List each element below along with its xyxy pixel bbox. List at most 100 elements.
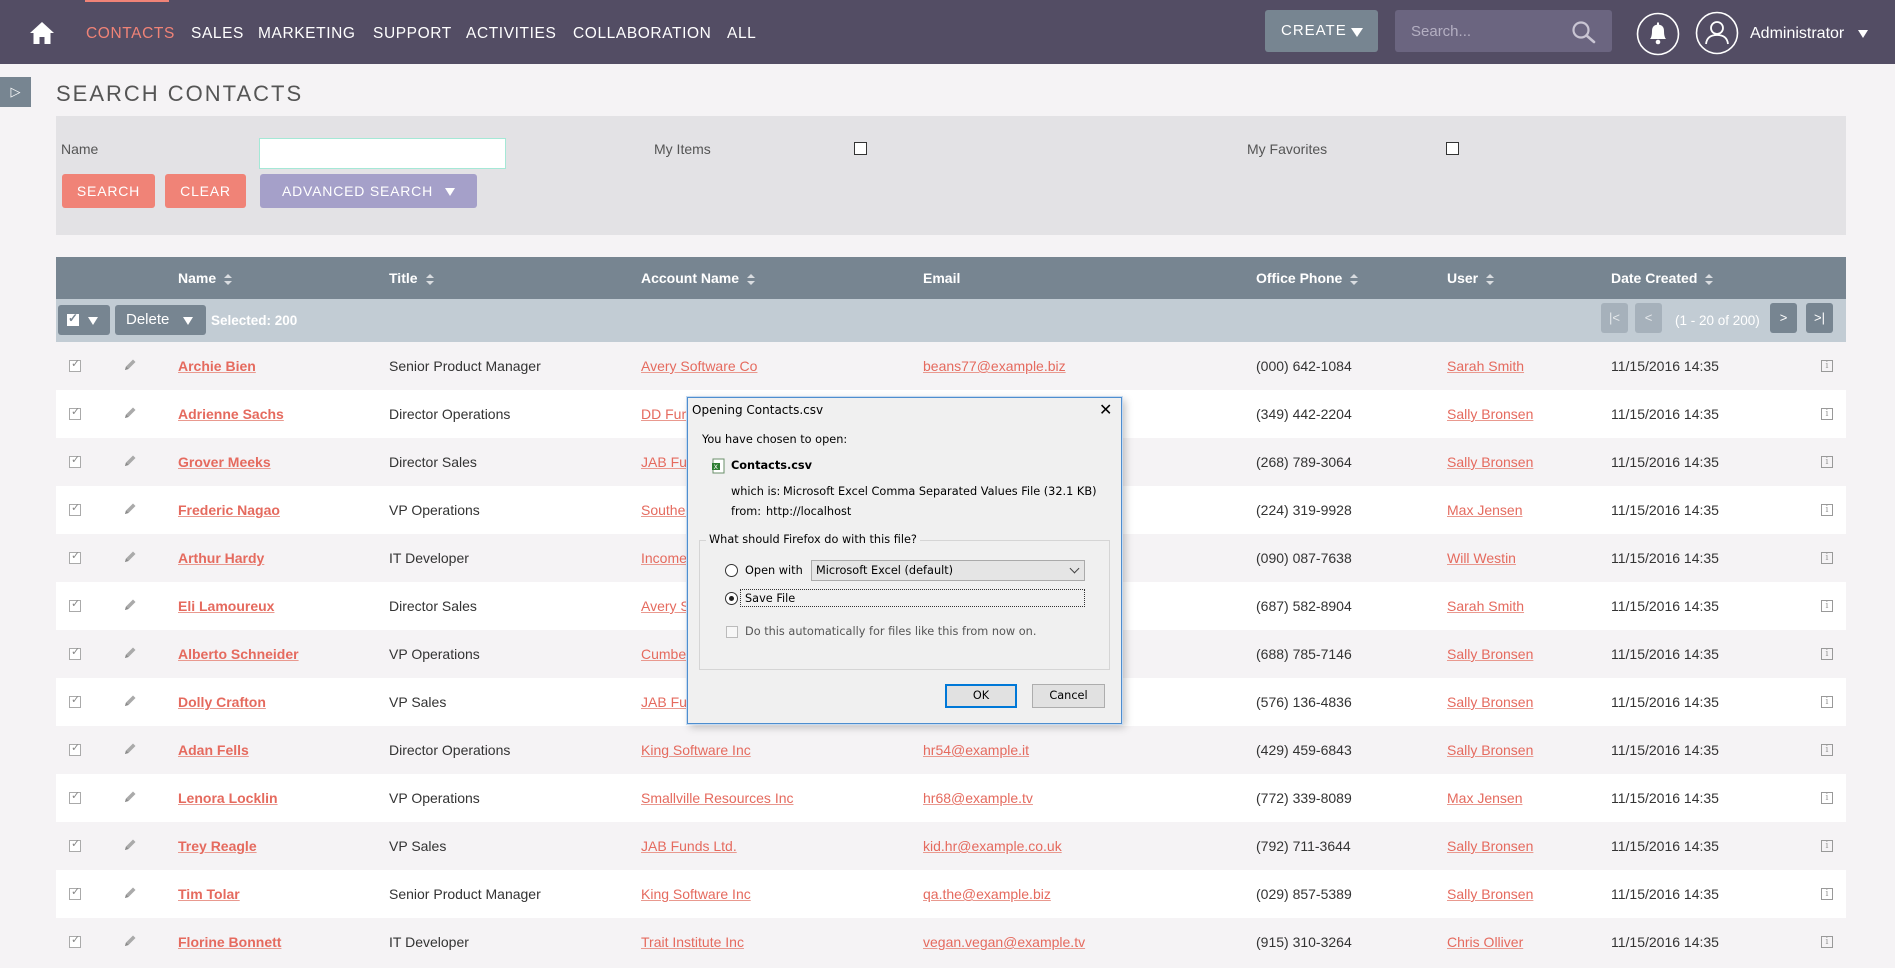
nav-contacts[interactable]: CONTACTS <box>86 25 175 43</box>
pencil-icon[interactable] <box>122 933 138 949</box>
assigned-user-link[interactable]: Sally Bronsen <box>1447 742 1533 758</box>
assigned-user-link[interactable]: Sally Bronsen <box>1447 406 1533 422</box>
assigned-user-link[interactable]: Max Jensen <box>1447 502 1522 518</box>
cancel-button[interactable]: Cancel <box>1032 684 1105 708</box>
row-checkbox[interactable] <box>69 597 81 612</box>
info-icon[interactable]: i <box>1821 840 1833 852</box>
assigned-user-link[interactable]: Sarah Smith <box>1447 358 1524 374</box>
first-page-button[interactable]: |< <box>1601 303 1628 333</box>
assigned-user-link[interactable]: Sally Bronsen <box>1447 646 1533 662</box>
pencil-icon[interactable] <box>122 645 138 661</box>
info-icon[interactable]: i <box>1821 648 1833 660</box>
nav-all[interactable]: ALL <box>727 25 756 43</box>
column-header-account[interactable]: Account Name <box>641 270 756 286</box>
info-icon[interactable]: i <box>1821 696 1833 708</box>
assigned-user-link[interactable]: Sarah Smith <box>1447 598 1524 614</box>
assigned-user-link[interactable]: Sally Bronsen <box>1447 454 1533 470</box>
pencil-icon[interactable] <box>122 453 138 469</box>
column-header-name[interactable]: Name <box>178 270 233 286</box>
next-page-button[interactable]: > <box>1770 303 1797 333</box>
my-favorites-checkbox[interactable] <box>1446 142 1459 155</box>
info-icon[interactable]: i <box>1821 360 1833 372</box>
contact-name-link[interactable]: Tim Tolar <box>178 886 240 902</box>
column-header-user[interactable]: User <box>1447 270 1495 286</box>
advanced-search-button[interactable]: ADVANCED SEARCH <box>260 174 477 208</box>
clear-button[interactable]: CLEAR <box>165 174 246 208</box>
contact-name-link[interactable]: Adrienne Sachs <box>178 406 284 422</box>
open-with-select[interactable]: Microsoft Excel (default) <box>811 560 1085 581</box>
search-button[interactable]: SEARCH <box>62 174 155 208</box>
contact-name-link[interactable]: Archie Bien <box>178 358 256 374</box>
row-checkbox[interactable] <box>69 933 81 948</box>
account-name-link[interactable]: Avery Software Co <box>641 358 757 374</box>
info-icon[interactable]: i <box>1821 744 1833 756</box>
row-checkbox[interactable] <box>69 741 81 756</box>
pencil-icon[interactable] <box>122 837 138 853</box>
account-name-link[interactable]: King Software Inc <box>641 886 751 902</box>
create-button[interactable]: CREATE <box>1265 10 1378 52</box>
info-icon[interactable]: i <box>1821 600 1833 612</box>
pencil-icon[interactable] <box>122 357 138 373</box>
chevron-down-icon[interactable] <box>1858 30 1868 38</box>
open-with-label[interactable]: Open with <box>745 564 803 577</box>
assigned-user-link[interactable]: Sally Bronsen <box>1447 838 1533 854</box>
contact-name-link[interactable]: Grover Meeks <box>178 454 271 470</box>
info-icon[interactable]: i <box>1821 552 1833 564</box>
pencil-icon[interactable] <box>122 405 138 421</box>
open-with-radio[interactable] <box>725 564 738 577</box>
nav-support[interactable]: SUPPORT <box>373 25 452 43</box>
row-checkbox[interactable] <box>69 357 81 372</box>
nav-collaboration[interactable]: COLLABORATION <box>573 25 711 43</box>
info-icon[interactable]: i <box>1821 792 1833 804</box>
account-name-link[interactable]: Cumber <box>641 646 691 662</box>
notification-bell-icon[interactable] <box>1636 11 1680 57</box>
sidebar-toggle-button[interactable]: ▷ <box>0 77 31 107</box>
email-link[interactable]: kid.hr@example.co.uk <box>923 838 1062 854</box>
contact-name-link[interactable]: Adan Fells <box>178 742 249 758</box>
info-icon[interactable]: i <box>1821 408 1833 420</box>
user-avatar-icon[interactable] <box>1695 11 1739 55</box>
contact-name-link[interactable]: Lenora Locklin <box>178 790 278 806</box>
pencil-icon[interactable] <box>122 501 138 517</box>
pencil-icon[interactable] <box>122 789 138 805</box>
account-name-link[interactable]: King Software Inc <box>641 742 751 758</box>
email-link[interactable]: hr68@example.tv <box>923 790 1033 806</box>
info-icon[interactable]: i <box>1821 936 1833 948</box>
row-checkbox[interactable] <box>69 837 81 852</box>
assigned-user-link[interactable]: Sally Bronsen <box>1447 886 1533 902</box>
assigned-user-link[interactable]: Sally Bronsen <box>1447 694 1533 710</box>
email-link[interactable]: hr54@example.it <box>923 742 1029 758</box>
assigned-user-link[interactable]: Chris Olliver <box>1447 934 1523 950</box>
assigned-user-link[interactable]: Max Jensen <box>1447 790 1522 806</box>
global-search-input[interactable] <box>1395 10 1565 52</box>
row-checkbox[interactable] <box>69 645 81 660</box>
info-icon[interactable]: i <box>1821 888 1833 900</box>
user-menu-name[interactable]: Administrator <box>1750 25 1844 43</box>
contact-name-link[interactable]: Alberto Schneider <box>178 646 299 662</box>
row-checkbox[interactable] <box>69 549 81 564</box>
contact-name-link[interactable]: Frederic Nagao <box>178 502 280 518</box>
info-icon[interactable]: i <box>1821 456 1833 468</box>
account-name-link[interactable]: DD Furn <box>641 406 694 422</box>
search-icon[interactable] <box>1570 20 1598 44</box>
pencil-icon[interactable] <box>122 741 138 757</box>
save-file-radio[interactable] <box>725 592 738 605</box>
pencil-icon[interactable] <box>122 885 138 901</box>
nav-activities[interactable]: ACTIVITIES <box>466 25 556 43</box>
contact-name-link[interactable]: Eli Lamoureux <box>178 598 274 614</box>
contact-name-link[interactable]: Trey Reagle <box>178 838 257 854</box>
account-name-link[interactable]: Souther <box>641 502 690 518</box>
account-name-link[interactable]: Smallville Resources Inc <box>641 790 794 806</box>
home-icon[interactable] <box>28 20 56 46</box>
pencil-icon[interactable] <box>122 549 138 565</box>
email-link[interactable]: beans77@example.biz <box>923 358 1066 374</box>
column-header-phone[interactable]: Office Phone <box>1256 270 1359 286</box>
save-file-label[interactable]: Save File <box>745 592 795 605</box>
name-input[interactable] <box>259 138 506 169</box>
account-name-link[interactable]: JAB Funds Ltd. <box>641 838 737 854</box>
row-checkbox[interactable] <box>69 693 81 708</box>
email-link[interactable]: vegan.vegan@example.tv <box>923 934 1085 950</box>
auto-checkbox[interactable] <box>726 626 738 638</box>
row-checkbox[interactable] <box>69 885 81 900</box>
column-header-title[interactable]: Title <box>389 270 434 286</box>
